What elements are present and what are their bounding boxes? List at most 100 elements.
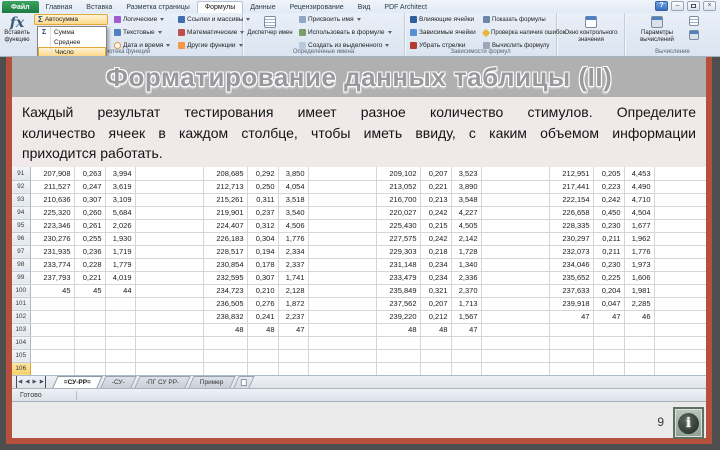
table-cell[interactable] bbox=[481, 362, 550, 375]
table-cell[interactable] bbox=[549, 349, 594, 363]
table-cell[interactable] bbox=[308, 245, 377, 259]
table-cell[interactable] bbox=[30, 297, 75, 311]
table-cell[interactable]: 239,918 bbox=[549, 297, 594, 311]
table-cell[interactable]: 1,606 bbox=[624, 271, 655, 285]
row-header[interactable]: 91 bbox=[12, 167, 31, 181]
table-cell[interactable]: 207,908 bbox=[30, 167, 75, 181]
table-cell[interactable]: 3,890 bbox=[451, 180, 482, 194]
table-cell[interactable]: 236,505 bbox=[203, 297, 248, 311]
table-cell[interactable]: 1,776 bbox=[278, 232, 309, 246]
table-cell[interactable] bbox=[247, 362, 279, 375]
table-cell[interactable] bbox=[135, 349, 204, 363]
table-cell[interactable] bbox=[74, 297, 106, 311]
table-cell[interactable]: 0,307 bbox=[247, 271, 279, 285]
table-cell[interactable]: 237,562 bbox=[376, 297, 421, 311]
table-cell[interactable]: 4,453 bbox=[624, 167, 655, 181]
table-cell[interactable]: 2,237 bbox=[278, 310, 309, 324]
table-cell[interactable]: 3,518 bbox=[278, 193, 309, 207]
table-cell[interactable]: 233,479 bbox=[376, 271, 421, 285]
table-cell[interactable]: 0,207 bbox=[420, 297, 452, 311]
table-cell[interactable]: 225,320 bbox=[30, 206, 75, 220]
table-cell[interactable]: 0,221 bbox=[74, 271, 106, 285]
table-cell[interactable]: 3,109 bbox=[105, 193, 136, 207]
table-cell[interactable]: 48 bbox=[420, 323, 452, 337]
table-cell[interactable] bbox=[74, 323, 106, 337]
table-cell[interactable] bbox=[481, 180, 550, 194]
ribbon-button[interactable]: Влияющие ячейки bbox=[408, 13, 478, 26]
table-cell[interactable]: 231,148 bbox=[376, 258, 421, 272]
table-cell[interactable] bbox=[74, 310, 106, 324]
table-cell[interactable]: 0,230 bbox=[593, 219, 625, 233]
table-cell[interactable]: 48 bbox=[376, 323, 421, 337]
table-cell[interactable] bbox=[74, 349, 106, 363]
table-cell[interactable] bbox=[135, 336, 204, 350]
table-cell[interactable]: 238,832 bbox=[203, 310, 248, 324]
table-cell[interactable] bbox=[420, 349, 452, 363]
table-cell[interactable]: 0,230 bbox=[593, 258, 625, 272]
table-cell[interactable] bbox=[654, 323, 706, 337]
ribbon-button[interactable]: Проверка наличия ошибок bbox=[481, 26, 565, 39]
table-cell[interactable]: 220,027 bbox=[376, 206, 421, 220]
ribbon-tab[interactable]: Данные bbox=[243, 1, 282, 13]
table-cell[interactable]: 45 bbox=[30, 284, 75, 298]
table-cell[interactable] bbox=[624, 362, 655, 375]
table-cell[interactable] bbox=[135, 245, 204, 259]
table-cell[interactable] bbox=[624, 336, 655, 350]
table-cell[interactable] bbox=[135, 362, 204, 375]
table-cell[interactable] bbox=[654, 362, 706, 375]
table-cell[interactable] bbox=[135, 284, 204, 298]
last-sheet-icon[interactable]: ▶ bbox=[40, 376, 46, 388]
table-cell[interactable]: 215,261 bbox=[203, 193, 248, 207]
help-icon[interactable]: ? bbox=[655, 1, 668, 11]
maximize-icon[interactable] bbox=[687, 1, 700, 11]
row-header[interactable]: 96 bbox=[12, 232, 31, 246]
table-cell[interactable] bbox=[247, 349, 279, 363]
row-header[interactable]: 92 bbox=[12, 180, 31, 194]
table-cell[interactable]: 0,236 bbox=[74, 245, 106, 259]
table-cell[interactable]: 219,901 bbox=[203, 206, 248, 220]
ribbon-tab[interactable]: Вид bbox=[351, 1, 378, 13]
table-cell[interactable]: 2,128 bbox=[278, 284, 309, 298]
table-cell[interactable] bbox=[30, 310, 75, 324]
table-cell[interactable] bbox=[105, 362, 136, 375]
table-cell[interactable]: 0,234 bbox=[420, 271, 452, 285]
table-cell[interactable] bbox=[135, 258, 204, 272]
table-cell[interactable]: 225,430 bbox=[376, 219, 421, 233]
ribbon-tab[interactable]: Формулы bbox=[196, 1, 244, 13]
table-cell[interactable] bbox=[654, 206, 706, 220]
table-cell[interactable]: 227,575 bbox=[376, 232, 421, 246]
row-header[interactable]: 95 bbox=[12, 219, 31, 233]
table-cell[interactable] bbox=[376, 349, 421, 363]
table-cell[interactable] bbox=[624, 349, 655, 363]
table-cell[interactable] bbox=[481, 258, 550, 272]
first-sheet-icon[interactable]: ◀ bbox=[16, 376, 22, 388]
table-cell[interactable] bbox=[420, 362, 452, 375]
table-cell[interactable]: 0,242 bbox=[593, 193, 625, 207]
table-cell[interactable]: 222,154 bbox=[549, 193, 594, 207]
row-header[interactable]: 100 bbox=[12, 284, 31, 298]
table-cell[interactable]: 228,335 bbox=[549, 219, 594, 233]
table-cell[interactable]: 0,307 bbox=[74, 193, 106, 207]
table-cell[interactable]: 2,334 bbox=[278, 245, 309, 259]
calculation-options-button[interactable]: Параметры вычислений bbox=[631, 14, 683, 44]
file-tab[interactable]: Файл bbox=[2, 1, 39, 13]
table-cell[interactable] bbox=[30, 336, 75, 350]
table-cell[interactable]: 0,450 bbox=[593, 206, 625, 220]
table-cell[interactable] bbox=[74, 336, 106, 350]
table-cell[interactable]: 4,504 bbox=[624, 206, 655, 220]
table-cell[interactable] bbox=[135, 323, 204, 337]
ribbon-tab[interactable]: Разметка страницы bbox=[119, 1, 197, 13]
table-cell[interactable] bbox=[105, 323, 136, 337]
table-cell[interactable]: 224,407 bbox=[203, 219, 248, 233]
table-cell[interactable]: 1,741 bbox=[278, 271, 309, 285]
table-cell[interactable] bbox=[308, 349, 377, 363]
table-cell[interactable]: 2,285 bbox=[624, 297, 655, 311]
insert-sheet-tab[interactable] bbox=[233, 376, 255, 388]
table-cell[interactable] bbox=[593, 362, 625, 375]
table-cell[interactable] bbox=[481, 206, 550, 220]
table-cell[interactable]: 47 bbox=[549, 310, 594, 324]
next-sheet-icon[interactable]: ▶ bbox=[32, 376, 36, 388]
table-cell[interactable]: 2,142 bbox=[451, 232, 482, 246]
table-cell[interactable]: 1,776 bbox=[624, 245, 655, 259]
table-cell[interactable] bbox=[549, 336, 594, 350]
